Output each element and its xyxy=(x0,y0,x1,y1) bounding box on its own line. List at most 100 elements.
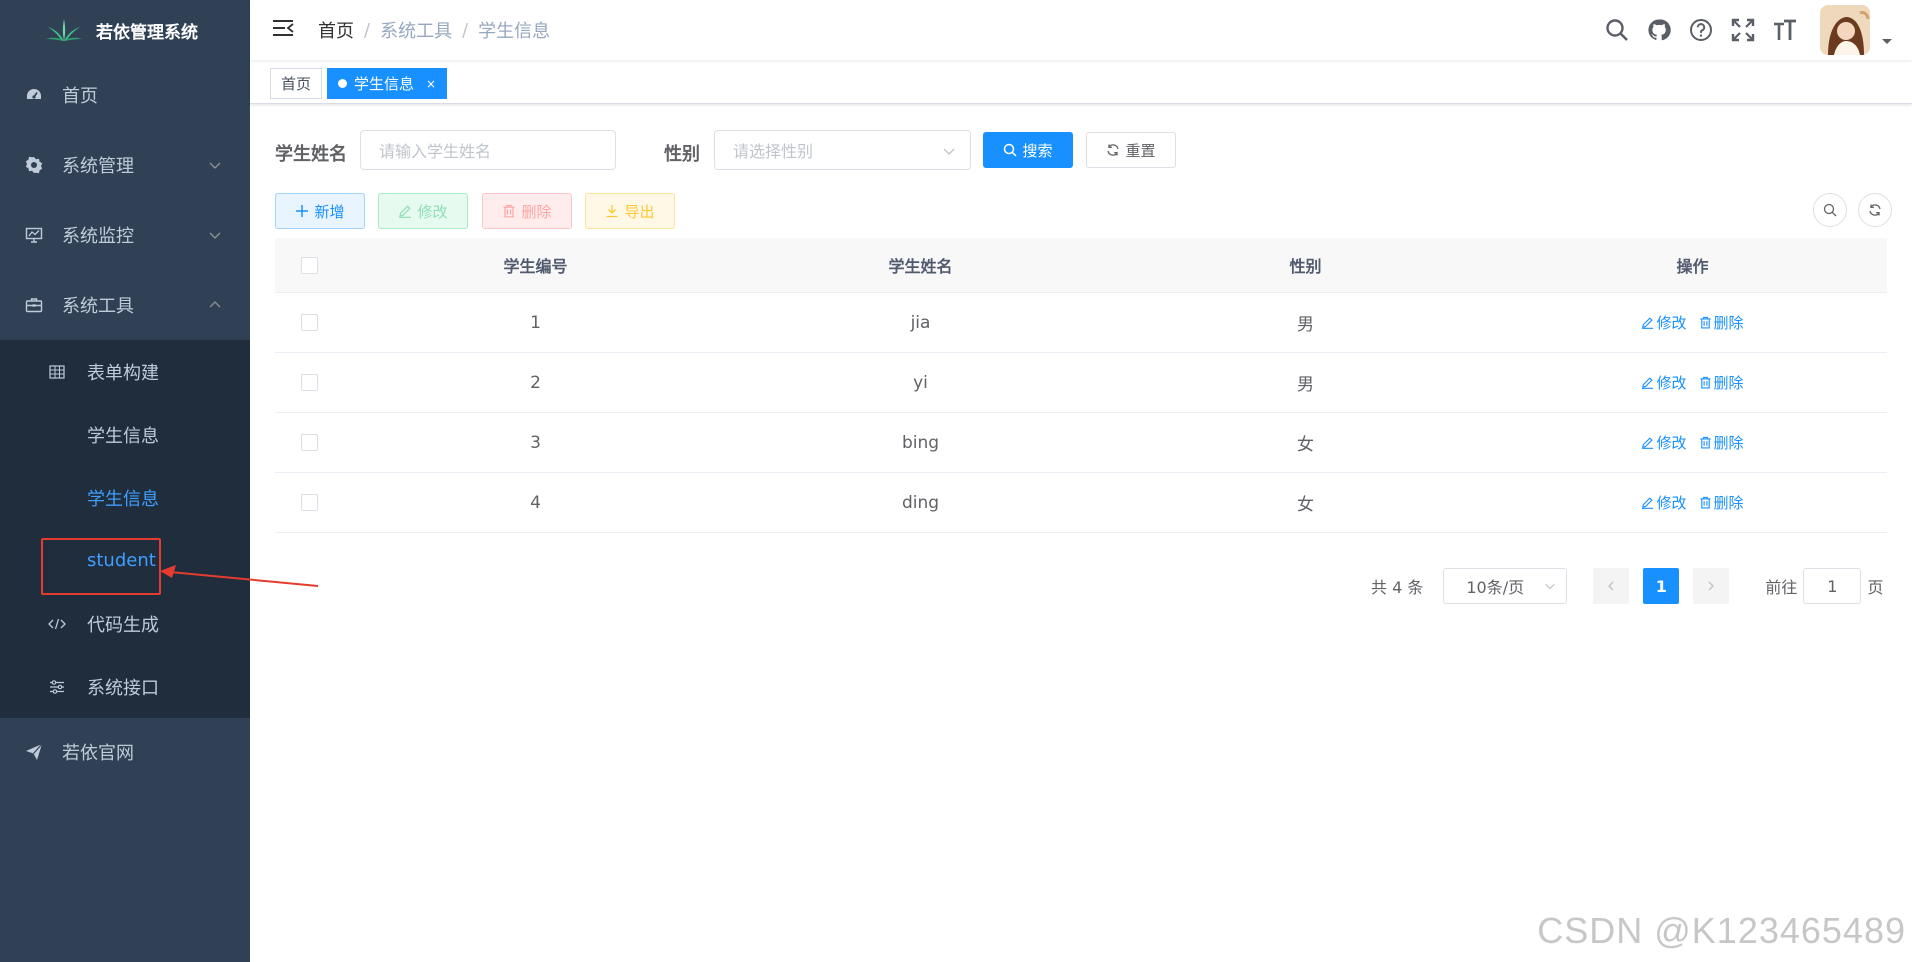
row-delete-link[interactable]: 删除 xyxy=(1699,312,1744,333)
refresh-button[interactable] xyxy=(1858,193,1892,227)
row-delete-link[interactable]: 删除 xyxy=(1699,492,1744,513)
row-select-cell xyxy=(275,434,343,451)
sidebar-item-monitor[interactable]: 系统监控 xyxy=(0,200,250,270)
trash-icon xyxy=(503,204,515,218)
toggle-search-button[interactable] xyxy=(1813,193,1847,227)
sidebar-item-website[interactable]: 若依官网 xyxy=(0,718,250,786)
row-actions: 修改 删除 xyxy=(1498,492,1887,513)
breadcrumb-item: 学生信息 xyxy=(478,21,551,42)
student-table: 学生编号 学生姓名 性别 操作 1 jia 男 修改 删除 2 yi 男 修改 … xyxy=(275,238,1887,533)
page-size-select[interactable]: 10条/页 xyxy=(1443,568,1568,604)
column-header: 学生姓名 xyxy=(888,257,953,276)
sidebar-item-label: 首页 xyxy=(62,86,98,107)
row-edit-link[interactable]: 修改 xyxy=(1641,372,1687,393)
tag-close-icon[interactable]: × xyxy=(426,77,436,91)
toolbox-icon xyxy=(24,295,44,315)
row-actions: 修改 删除 xyxy=(1498,372,1887,393)
delete-button[interactable]: 删除 xyxy=(482,193,572,229)
submenu-tools: 表单构建 学生信息 学生信息 student 代码生成 系统接口 xyxy=(0,340,250,718)
button-label: 搜索 xyxy=(1022,141,1053,160)
student-sex-cell: 女 xyxy=(1297,495,1314,515)
sidebar: 若依管理系统 首页 系统管理 系统监控 系统工具 表单构建 学生信息 学生信息 … xyxy=(0,0,250,962)
student-name-label: 学生姓名 xyxy=(275,144,347,165)
student-id-cell: 4 xyxy=(530,492,541,513)
chevron-down-icon xyxy=(943,148,955,155)
student-name-cell: bing xyxy=(901,432,940,453)
sidebar-item-label: 系统监控 xyxy=(62,226,134,247)
chevron-down-icon xyxy=(209,162,221,169)
sidebar-subitem-codegen[interactable]: 代码生成 xyxy=(0,592,250,655)
pagination: 共 4 条 10条/页 1 前往 1 页 xyxy=(1371,568,1883,604)
row-checkbox[interactable] xyxy=(300,434,318,451)
goto-page-value: 1 xyxy=(1827,576,1838,596)
link-label: 删除 xyxy=(1713,374,1744,392)
row-checkbox[interactable] xyxy=(300,494,318,511)
trash-icon xyxy=(1699,316,1711,329)
search-button[interactable]: 搜索 xyxy=(983,132,1073,168)
fullscreen-icon[interactable] xyxy=(1730,17,1756,43)
row-delete-link[interactable]: 删除 xyxy=(1699,372,1744,393)
row-edit-link[interactable]: 修改 xyxy=(1641,492,1687,513)
export-button[interactable]: 导出 xyxy=(585,193,675,229)
edit-icon xyxy=(399,205,412,218)
goto-page-input[interactable]: 1 xyxy=(1803,568,1862,604)
sidebar-subitem-student-info-1[interactable]: 学生信息 xyxy=(0,403,250,466)
font-size-icon[interactable] xyxy=(1772,17,1798,43)
logo-icon xyxy=(46,19,82,41)
row-checkbox[interactable] xyxy=(300,314,318,331)
download-icon xyxy=(606,205,618,218)
trash-icon xyxy=(1699,376,1711,389)
annotation-arrow xyxy=(160,565,319,587)
table-icon xyxy=(48,363,66,381)
chevron-left-icon xyxy=(1608,581,1614,591)
student-name-cell: ding xyxy=(901,492,940,513)
student-name-input[interactable]: 请输入学生姓名 xyxy=(360,130,616,170)
goto-suffix: 页 xyxy=(1867,578,1884,597)
prev-page-button[interactable] xyxy=(1593,568,1630,604)
link-label: 删除 xyxy=(1713,494,1744,512)
search-icon[interactable] xyxy=(1604,17,1630,43)
select-all-checkbox[interactable] xyxy=(300,256,318,274)
sex-select[interactable]: 请选择性别 xyxy=(714,130,971,170)
sidebar-item-tools[interactable]: 系统工具 xyxy=(0,270,250,340)
avatar[interactable] xyxy=(1820,5,1870,55)
tag-label: 学生信息 xyxy=(354,75,415,93)
sidebar-subitem-label: 表单构建 xyxy=(87,362,159,384)
row-edit-link[interactable]: 修改 xyxy=(1641,312,1687,333)
add-button[interactable]: 新增 xyxy=(275,193,365,229)
page-number-current[interactable]: 1 xyxy=(1643,568,1680,604)
logo[interactable]: 若依管理系统 xyxy=(0,0,250,60)
sidebar-subitem-student-info-2[interactable]: 学生信息 xyxy=(0,466,250,529)
row-select-cell xyxy=(275,374,343,391)
breadcrumb-separator: / xyxy=(462,19,469,41)
github-icon[interactable] xyxy=(1646,17,1672,43)
app-main: 学生姓名 请输入学生姓名 性别 请选择性别 搜索 重置 新增 修改 删除 导出 xyxy=(250,105,1912,962)
row-actions: 修改 删除 xyxy=(1498,312,1887,333)
row-delete-link[interactable]: 删除 xyxy=(1699,432,1744,453)
row-checkbox[interactable] xyxy=(300,374,318,391)
table-header-row: 学生编号 学生姓名 性别 操作 xyxy=(275,238,1887,293)
breadcrumb-separator: / xyxy=(364,19,371,41)
sidebar-item-home[interactable]: 首页 xyxy=(0,60,250,130)
hamburger-icon[interactable] xyxy=(272,18,296,42)
breadcrumb-item[interactable]: 首页 xyxy=(318,17,354,43)
next-page-button[interactable] xyxy=(1693,568,1730,604)
pagination-total: 共 4 条 xyxy=(1371,578,1424,597)
tag-student-info[interactable]: 学生信息 × xyxy=(327,68,448,99)
edit-button[interactable]: 修改 xyxy=(378,193,468,229)
sidebar-subitem-label: 代码生成 xyxy=(87,614,159,636)
gear-icon xyxy=(24,155,44,175)
row-edit-link[interactable]: 修改 xyxy=(1641,432,1687,453)
sidebar-subitem-form-builder[interactable]: 表单构建 xyxy=(0,340,250,403)
button-label: 新增 xyxy=(314,202,345,221)
link-label: 删除 xyxy=(1713,434,1744,452)
help-icon[interactable] xyxy=(1688,17,1714,43)
student-sex-cell: 男 xyxy=(1297,375,1314,395)
sidebar-subitem-swagger[interactable]: 系统接口 xyxy=(0,655,250,718)
sidebar-item-system[interactable]: 系统管理 xyxy=(0,130,250,200)
reset-button[interactable]: 重置 xyxy=(1086,132,1176,168)
caret-down-icon[interactable] xyxy=(1880,34,1894,48)
send-icon xyxy=(24,742,44,762)
edit-icon xyxy=(1642,317,1654,329)
tag-home[interactable]: 首页 xyxy=(270,68,323,99)
